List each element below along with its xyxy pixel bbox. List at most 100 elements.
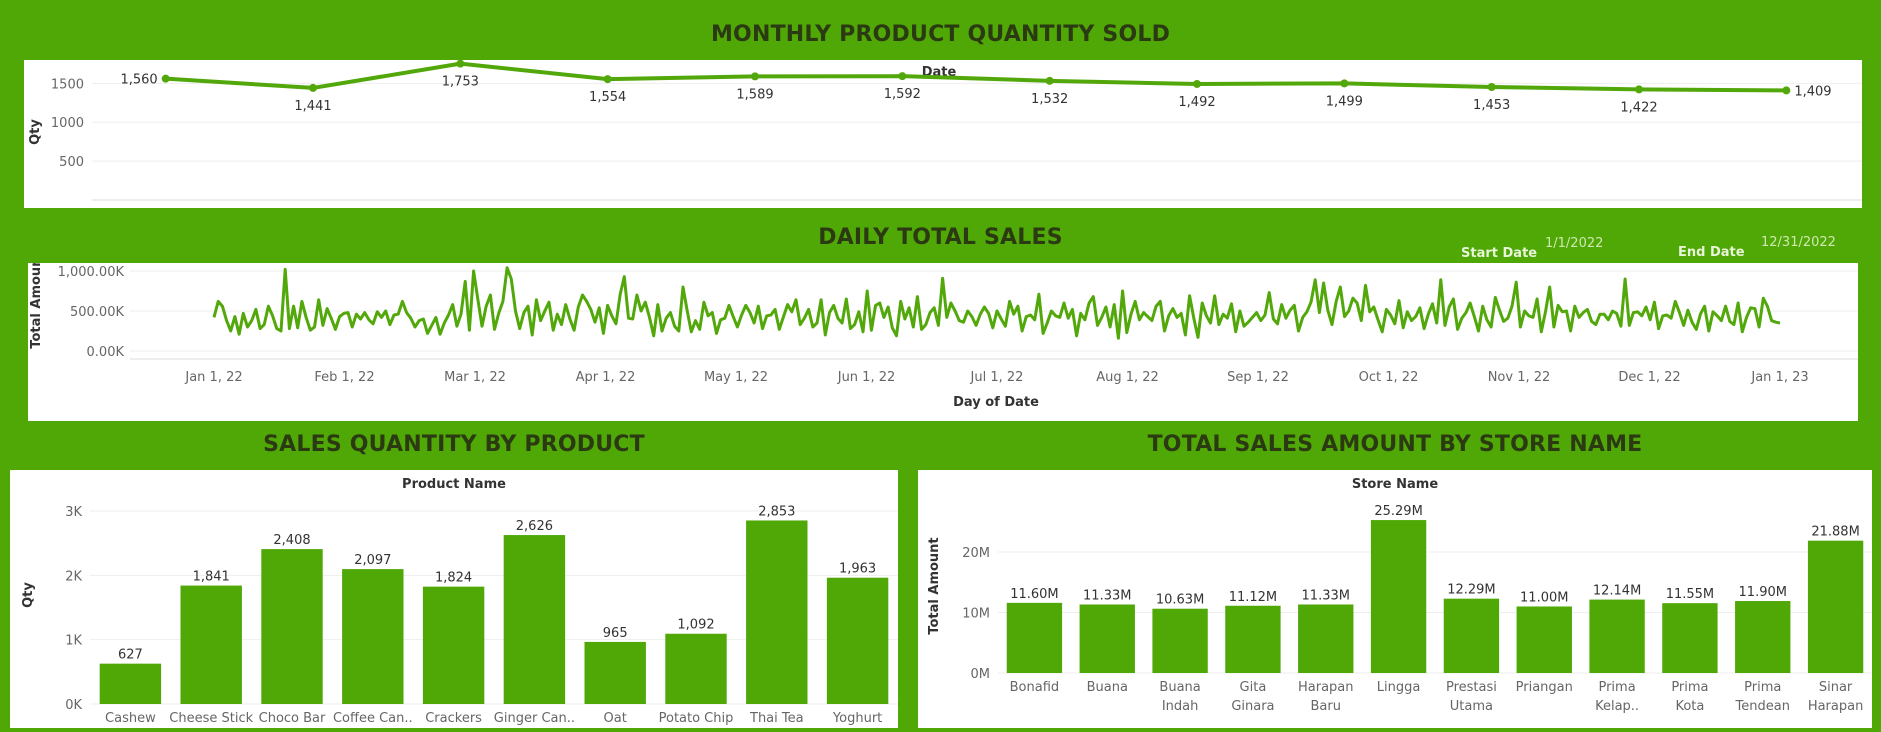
store-data-label: 25.29M xyxy=(1374,504,1422,519)
store-x-tick: Lingga xyxy=(1377,680,1421,695)
store-bar xyxy=(1443,598,1500,673)
daily-line-chart: Total Amount 0.00K 500.00K 1,000.00K Jan 1, … xyxy=(29,263,1858,410)
monthly-point xyxy=(1340,79,1349,88)
product-y-tick: 0K xyxy=(65,698,82,713)
monthly-point xyxy=(1635,85,1643,94)
daily-x-tick: Aug 1, 22 xyxy=(1096,370,1159,385)
monthly-y-axis-label: Qty xyxy=(28,119,43,145)
monthly-data-label: 1,554 xyxy=(589,90,626,105)
product-y-tick: 3K xyxy=(65,505,82,520)
monthly-point xyxy=(751,72,759,81)
store-y-axis-label: Total Amount xyxy=(927,537,942,634)
store-bar xyxy=(1006,602,1063,673)
product-chart-title: SALES QUANTITY BY PRODUCT xyxy=(263,432,645,457)
start-date-value[interactable]: 1/1/2022 xyxy=(1545,236,1603,251)
store-x-tick: Prestasi xyxy=(1446,680,1497,695)
store-data-label: 11.12M xyxy=(1229,590,1277,605)
store-bar xyxy=(1298,604,1354,673)
store-x-tick: Indah xyxy=(1162,699,1199,714)
monthly-data-label: 1,409 xyxy=(1794,84,1831,99)
daily-x-tick: Apr 1, 22 xyxy=(576,370,636,385)
daily-x-tick: Mar 1, 22 xyxy=(444,370,506,385)
product-data-label: 627 xyxy=(118,648,143,663)
daily-series-line xyxy=(212,266,1781,340)
store-x-tick: Kota xyxy=(1675,699,1704,714)
store-bar xyxy=(1225,605,1281,673)
store-bar xyxy=(1152,608,1208,673)
monthly-line-chart: DateQty500100015001,560January1,441Febru… xyxy=(28,60,1862,201)
daily-y-tick: 1,000.00K xyxy=(58,265,125,280)
product-bar xyxy=(99,663,162,704)
store-data-label: 10.63M xyxy=(1156,593,1204,608)
daily-x-tick: Nov 1, 22 xyxy=(1488,370,1551,385)
store-x-tick: Bonafid xyxy=(1010,680,1060,695)
monthly-point xyxy=(898,72,907,81)
monthly-data-label: 1,499 xyxy=(1326,94,1363,109)
product-bar xyxy=(503,535,566,704)
product-data-label: 1,824 xyxy=(435,571,472,586)
product-bar-chart: Qty Product Name 0K 1K 2K 3K 627 Cashew 1,841 Che… xyxy=(21,477,898,726)
monthly-point xyxy=(1782,86,1791,95)
store-chart-title: TOTAL SALES AMOUNT BY STORE NAME xyxy=(1147,432,1643,457)
monthly-point xyxy=(161,74,170,83)
daily-x-tick: Jul 1, 22 xyxy=(970,370,1024,385)
product-x-tick: Yoghurt xyxy=(832,711,882,726)
store-x-tick: Prima xyxy=(1671,680,1708,695)
daily-x-tick: Feb 1, 22 xyxy=(314,370,374,385)
store-data-label: 11.90M xyxy=(1739,585,1787,600)
store-bar xyxy=(1516,606,1572,673)
monthly-series-line xyxy=(165,61,1787,93)
product-bar xyxy=(422,586,485,704)
daily-x-tick: Sep 1, 22 xyxy=(1227,370,1289,385)
store-x-tick: Baru xyxy=(1311,699,1341,714)
store-data-label: 21.88M xyxy=(1811,525,1859,540)
product-bar xyxy=(180,585,242,704)
product-x-tick: Ginger Can.. xyxy=(494,711,575,726)
daily-chart-panel: Total Amount 0.00K 500.00K 1,000.00K Jan 1, … xyxy=(28,263,1858,421)
store-x-tick: Priangan xyxy=(1516,680,1573,695)
store-x-tick: Prima xyxy=(1744,680,1781,695)
product-bar xyxy=(584,641,646,704)
store-x-tick: Utama xyxy=(1450,699,1493,714)
daily-y-tick: 0.00K xyxy=(87,345,125,360)
store-x-tick: Gita xyxy=(1240,680,1267,695)
store-bar-chart: Total Amount Store Name 0M 10M 20M 11.60M Bona… xyxy=(927,477,1872,714)
product-data-label: 1,841 xyxy=(193,570,230,585)
daily-x-tick: Oct 1, 22 xyxy=(1359,370,1419,385)
product-x-tick: Cashew xyxy=(105,711,156,726)
store-x-tick: Buana xyxy=(1159,680,1200,695)
product-data-label: 965 xyxy=(603,626,628,641)
product-data-label: 1,963 xyxy=(839,562,876,577)
daily-y-tick: 500.00K xyxy=(70,305,124,320)
store-x-tick: Ginara xyxy=(1231,699,1274,714)
monthly-point xyxy=(1487,82,1496,91)
monthly-y-tick: 1500 xyxy=(51,77,84,92)
daily-x-tick: Jan 1, 23 xyxy=(1750,370,1808,385)
product-x-tick: Coffee Can.. xyxy=(333,711,413,726)
product-data-label: 2,408 xyxy=(273,533,310,548)
product-x-tick: Thai Tea xyxy=(749,711,804,726)
monthly-chart-panel: DateQty500100015001,560January1,441Febru… xyxy=(24,60,1862,208)
store-y-tick: 10M xyxy=(962,607,990,622)
store-data-label: 11.33M xyxy=(1302,588,1350,603)
store-bar xyxy=(1589,599,1645,673)
store-y-tick: 20M xyxy=(962,546,990,561)
product-y-tick: 2K xyxy=(65,569,82,584)
store-header-label: Store Name xyxy=(1352,477,1438,492)
product-x-tick: Potato Chip xyxy=(659,711,734,726)
product-data-label: 2,097 xyxy=(354,553,391,568)
daily-x-tick: Jun 1, 22 xyxy=(837,370,896,385)
monthly-data-label: 1,589 xyxy=(736,87,773,102)
monthly-y-tick: 1000 xyxy=(51,116,84,131)
start-date-label: Start Date xyxy=(1461,246,1538,261)
monthly-data-label: 1,753 xyxy=(442,75,479,90)
daily-x-axis-label: Day of Date xyxy=(953,395,1039,410)
store-data-label: 11.00M xyxy=(1520,590,1568,605)
daily-x-tick: May 1, 22 xyxy=(704,370,768,385)
monthly-y-tick: 500 xyxy=(59,155,84,170)
store-x-tick: Buana xyxy=(1087,680,1128,695)
store-bar xyxy=(1807,540,1864,673)
product-chart-panel: Qty Product Name 0K 1K 2K 3K 627 Cashew 1,841 Che… xyxy=(10,470,898,728)
monthly-data-label: 1,532 xyxy=(1031,92,1068,107)
end-date-value[interactable]: 12/31/2022 xyxy=(1761,235,1836,250)
